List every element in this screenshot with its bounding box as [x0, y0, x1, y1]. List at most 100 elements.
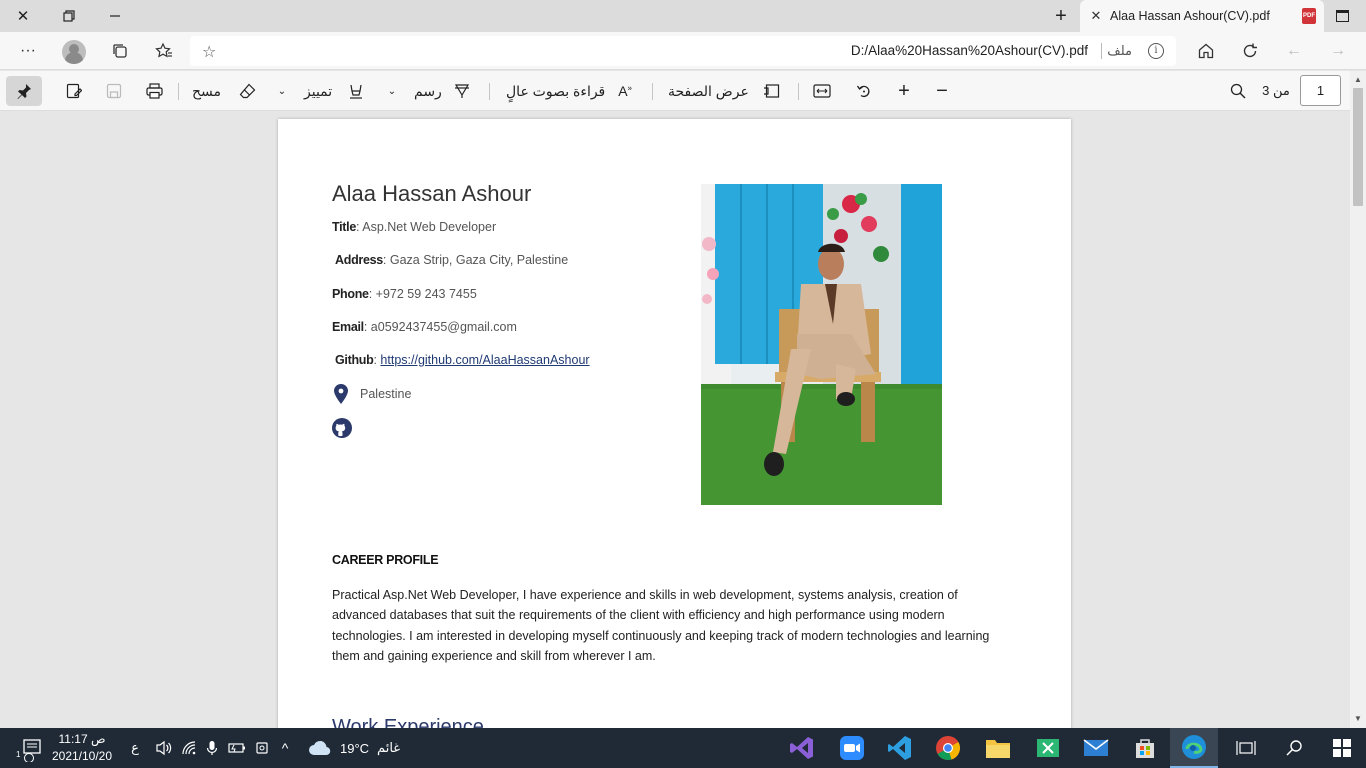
cv-address-value: : Gaza Strip, Gaza City, Palestine — [382, 253, 569, 267]
favorites-list-icon — [155, 42, 172, 58]
cv-phone-field: Phone: +972 59 243 7455 — [332, 287, 477, 301]
highlight-button[interactable]: تمييز — [304, 76, 364, 106]
cv-name: Alaa Hassan Ashour — [332, 181, 532, 206]
more-dots-icon: ··· — [20, 42, 36, 59]
taskbar-app-chrome[interactable] — [924, 728, 972, 768]
print-button[interactable] — [142, 76, 166, 106]
favorites-button[interactable] — [148, 35, 180, 67]
read-aloud-label: قراءة بصوت عالٍ — [506, 82, 606, 99]
pin-icon — [17, 84, 31, 99]
microphone-icon[interactable] — [202, 728, 222, 768]
scroll-up-icon[interactable]: ▲ — [1354, 75, 1362, 84]
profile-photo — [701, 184, 942, 505]
tab-actions-button[interactable] — [1326, 0, 1358, 32]
notification-count: 1 — [16, 750, 21, 759]
taskbar-app-edge[interactable] — [1170, 728, 1218, 768]
url-text: D:/Alaa%20Hassan%20Ashour(CV).pdf — [850, 43, 1088, 58]
home-button[interactable] — [1190, 35, 1222, 67]
search-icon — [1286, 740, 1302, 756]
close-tab-icon[interactable]: ✕ — [1088, 8, 1104, 24]
collections-icon — [113, 44, 127, 58]
title-bar: ✕ + ✕ Alaa Hassan Ashour(CV).pdf PDF — [0, 0, 1366, 32]
close-window-button[interactable]: ✕ — [0, 0, 46, 32]
save-icon — [106, 83, 122, 99]
vertical-scrollbar[interactable]: ▲ ▼ — [1350, 71, 1366, 728]
restore-window-button[interactable] — [46, 0, 92, 32]
notification-icon — [23, 739, 41, 762]
cv-title-label: Title — [332, 220, 356, 234]
forward-button[interactable]: ← — [1278, 35, 1310, 67]
fit-to-page-button[interactable] — [810, 76, 834, 106]
print-icon — [145, 83, 163, 99]
zoom-in-button[interactable]: + — [892, 76, 916, 106]
taskbar-app-snip[interactable] — [1024, 728, 1072, 768]
taskbar: 1 11:17 ص 2021/10/20 ع ^ 19°C غائم — [0, 728, 1366, 768]
mail-icon — [1083, 739, 1109, 756]
snip-icon — [1037, 739, 1059, 757]
taskbar-app-vscode[interactable] — [876, 728, 924, 768]
read-aloud-icon: A» — [618, 83, 632, 99]
show-hidden-icons-button[interactable]: ^ — [274, 728, 296, 768]
pdf-file-icon: PDF — [1302, 8, 1316, 24]
github-link[interactable]: https://github.com/AlaaHassanAshour — [380, 353, 589, 367]
highlight-options-button[interactable]: ⌄ — [274, 76, 290, 106]
minimize-icon — [110, 15, 120, 17]
refresh-button[interactable] — [1234, 35, 1266, 67]
device-icon[interactable] — [252, 728, 272, 768]
wifi-icon[interactable] — [178, 728, 202, 768]
collections-button[interactable] — [104, 35, 136, 67]
draw-options-button[interactable]: ⌄ — [384, 76, 400, 106]
info-icon[interactable]: i — [1148, 43, 1164, 59]
language-indicator[interactable]: ع — [126, 728, 144, 768]
cv-address-field: Address: Gaza Strip, Gaza City, Palestin… — [335, 253, 568, 267]
page-count: من 3 — [1262, 83, 1290, 98]
minus-icon: − — [936, 79, 948, 102]
taskbar-app-zoom[interactable] — [828, 728, 876, 768]
scroll-down-icon[interactable]: ▼ — [1354, 714, 1362, 723]
erase-button[interactable]: مسح — [192, 76, 256, 106]
location-row: Palestine — [334, 384, 411, 404]
save-as-icon — [66, 83, 82, 99]
weather-widget[interactable]: 19°C غائم — [308, 728, 408, 768]
rotate-icon — [856, 85, 870, 98]
taskbar-app-store[interactable] — [1121, 728, 1169, 768]
github-icon[interactable] — [332, 418, 352, 438]
zoom-out-button[interactable]: − — [930, 76, 954, 106]
taskbar-app-mail[interactable] — [1072, 728, 1120, 768]
search-button[interactable] — [1226, 76, 1250, 106]
task-view-button[interactable] — [1222, 728, 1270, 768]
save-button[interactable] — [102, 76, 126, 106]
new-tab-button[interactable]: + — [1045, 0, 1077, 32]
add-favorite-star-icon[interactable]: ☆ — [202, 42, 216, 62]
highlight-label: تمييز — [304, 82, 333, 99]
rotate-button[interactable] — [852, 76, 876, 106]
arrow-left-icon: ← — [1286, 42, 1302, 59]
pin-toolbar-button[interactable] — [6, 76, 42, 106]
taskbar-search-button[interactable] — [1270, 728, 1318, 768]
taskbar-app-file-explorer[interactable] — [974, 728, 1022, 768]
visual-studio-icon — [790, 737, 813, 759]
browser-tab[interactable]: ✕ Alaa Hassan Ashour(CV).pdf PDF — [1080, 0, 1324, 32]
page-number-input[interactable]: 1 — [1300, 75, 1341, 106]
page-view-icon — [764, 84, 780, 98]
minimize-window-button[interactable] — [92, 0, 138, 32]
back-button[interactable]: → — [1322, 35, 1354, 67]
volume-icon[interactable] — [152, 728, 176, 768]
taskbar-app-visual-studio[interactable] — [778, 728, 826, 768]
weather-desc: غائم — [377, 740, 401, 755]
erase-label: مسح — [192, 82, 222, 99]
page-view-button[interactable]: عرض الصفحة — [668, 76, 780, 106]
profile-avatar[interactable] — [62, 40, 86, 64]
cv-address-label: Address — [335, 253, 383, 267]
url-field[interactable]: ☆ D:/Alaa%20Hassan%20Ashour(CV).pdf ملف … — [190, 36, 1176, 66]
save-as-button[interactable] — [62, 76, 86, 106]
start-button[interactable] — [1318, 728, 1366, 768]
read-aloud-button[interactable]: قراءة بصوت عالٍ A» — [506, 76, 632, 106]
settings-menu-button[interactable]: ··· — [12, 35, 44, 67]
clock[interactable]: 11:17 ص 2021/10/20 — [44, 731, 120, 765]
battery-icon[interactable] — [226, 728, 248, 768]
pen-icon — [454, 84, 470, 98]
draw-button[interactable]: رسم — [414, 76, 470, 106]
toolbar-separator — [798, 83, 799, 100]
scroll-thumb[interactable] — [1353, 88, 1363, 206]
